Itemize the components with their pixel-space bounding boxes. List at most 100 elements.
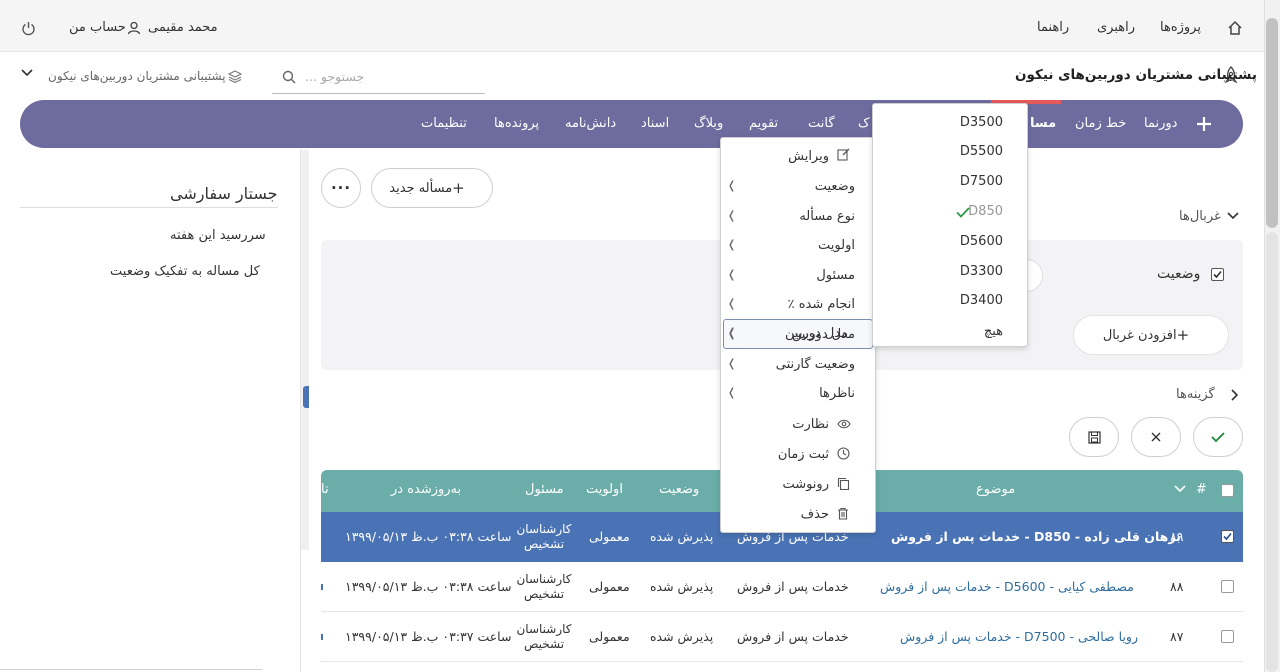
col-subject[interactable]: موضوع [976,482,1015,497]
home-icon[interactable] [1227,20,1243,36]
col-truncated[interactable]: تا [321,482,329,497]
clear-button[interactable] [1131,417,1181,457]
row-tracker: خدمات پس از فروش [737,629,849,644]
row-checkbox[interactable] [1221,530,1234,543]
tab-settings[interactable]: تنظیمات [421,116,467,131]
row-subject-link[interactable]: خدمات پس از فروش - D7500 - رویا صالحی [900,629,1138,644]
tab-wiki[interactable]: دانش‌نامه [565,116,616,131]
menu-item-camera-model[interactable]: مدل دوربین [792,327,855,342]
nav-admin[interactable]: راهبری [1097,20,1135,35]
add-filter-label: افزودن غربال [1102,327,1177,343]
chevron-left-icon: ❬ [727,357,737,370]
search-box[interactable]: ... جستوجو [272,61,485,94]
table-row[interactable]: ۸۸ خدمات پس از فروش - D5600 - مصطفی کیای… [321,562,1243,612]
scrollbar-thumb[interactable] [1266,18,1278,228]
row-edge-dot [321,634,323,640]
edit-icon [837,148,850,161]
tab-blog[interactable]: وبلاگ [694,116,723,131]
col-priority[interactable]: اولویت [586,482,623,497]
tab-calendar[interactable]: تقویم [749,116,778,131]
selected-check-icon [956,207,970,218]
close-icon [1151,432,1161,442]
submenu-item-d3400[interactable]: D3400 [960,293,1003,308]
filters-heading[interactable]: غربال‌ها [1179,209,1221,224]
menu-item-copy[interactable]: رونوشت [782,477,829,492]
row-assignee[interactable]: کارشناسان تشخیص [514,622,574,652]
save-icon [1087,430,1101,444]
row-checkbox[interactable] [1221,630,1234,643]
tab-partial[interactable]: ک [858,116,870,131]
menu-item-watch[interactable]: نظارت [792,417,829,432]
menu-item-assignee[interactable]: مسئول [816,268,855,283]
add-filter-button[interactable]: افزودن غربال + [1073,315,1229,355]
plus-icon[interactable] [1196,116,1212,132]
submenu-item-none[interactable]: هیچ [984,324,1003,339]
menu-item-edit[interactable]: ویرایش [788,149,829,164]
row-priority: معمولی [589,629,630,644]
tab-timeline[interactable]: خط زمان [1075,116,1126,131]
user-name[interactable]: محمد مقیمی [148,20,218,35]
menu-item-delete[interactable]: حذف [801,507,829,522]
chevron-down-icon[interactable] [21,68,33,78]
power-icon[interactable] [21,21,36,36]
menu-item-warranty-status[interactable]: وضعیت گارنتی [776,357,855,372]
row-updated: ۱۳۹۹/۰۵/۱۳ ساعت ۰۳:۳۸ ب.ظ [345,529,512,544]
menu-item-done-ratio[interactable]: ٪ انجام شده [788,297,855,312]
menu-item-log-time[interactable]: ثبت زمان [778,447,829,462]
nav-projects[interactable]: پروژه‌ها [1160,20,1201,35]
select-all-checkbox[interactable] [1221,484,1234,497]
save-query-button[interactable] [1069,417,1119,457]
menu-item-status[interactable]: وضعیت [815,179,855,194]
row-checkbox[interactable] [1221,580,1234,593]
layers-icon [228,70,242,83]
nav-help[interactable]: راهنما [1037,20,1069,35]
menu-item-watchers[interactable]: ناظرها [819,386,855,401]
sidebar-toggle-strip[interactable] [301,150,309,550]
search-icon [282,70,296,84]
bottom-left-border [0,669,262,670]
submenu-item-d5600[interactable]: D5600 [960,234,1003,249]
project-selector-label[interactable]: پشتیبانی مشتریان دوربین‌های نیکون [48,69,226,83]
new-issue-button[interactable]: مسأله جدید + [371,168,493,208]
sidebar-item-due-this-week[interactable]: سررسید این هفته [170,228,266,243]
project-menu: دورنما خط زمان مسا ک گانت تقویم وبلاگ اس… [20,100,1243,148]
tab-issues[interactable]: مسا [1030,116,1056,131]
column-menu-chevron-icon[interactable] [1174,484,1186,494]
col-status[interactable]: وضعیت [659,482,699,497]
options-heading[interactable]: گزینه‌ها [1176,387,1215,402]
plus-small-icon: + [452,179,465,197]
col-assignee[interactable]: مسئول [525,482,564,497]
submenu-item-d5500[interactable]: D5500 [960,144,1003,159]
tab-gantt[interactable]: گانت [808,116,835,131]
tab-overview[interactable]: دورنما [1144,116,1177,131]
scrollbar-track-lower[interactable] [1266,232,1278,672]
sidebar-item-issues-by-status[interactable]: کل مساله به تفکیک وضعیت [110,264,260,279]
row-id: ۸۷ [1170,629,1184,644]
sidebar-collapse-handle[interactable] [303,386,309,408]
submenu-item-d3300[interactable]: D3300 [960,264,1003,279]
row-priority: معمولی [589,579,630,594]
filters-toggle-icon[interactable] [1227,211,1239,221]
tab-documents[interactable]: اسناد [641,116,669,131]
menu-item-priority[interactable]: اولویت [818,238,855,253]
table-row[interactable]: ۸۷ خدمات پس از فروش - D7500 - رویا صالحی… [321,612,1243,662]
row-subject-link[interactable]: خدمات پس از فروش - D5600 - مصطفی کیایی [880,579,1134,594]
tab-files[interactable]: پرونده‌ها [494,116,539,131]
submenu-item-d3500[interactable]: D3500 [960,115,1003,130]
row-assignee[interactable]: کارشناسان تشخیص [514,522,574,552]
submenu-item-d7500[interactable]: D7500 [960,174,1003,189]
my-account-link[interactable]: حساب من [69,20,126,35]
col-updated[interactable]: به‌روزشده در [391,482,461,497]
options-toggle-icon[interactable] [1229,389,1239,401]
menu-item-tracker[interactable]: نوع مسأله [799,209,855,224]
col-id[interactable]: # [1196,482,1207,497]
row-assignee[interactable]: کارشناسان تشخیص [514,572,574,602]
search-input-placeholder: ... جستوجو [305,69,365,84]
status-filter-checkbox[interactable] [1211,268,1224,281]
chevron-left-icon: ❬ [727,268,737,281]
submenu-item-d850[interactable]: D850 [968,204,1003,219]
more-actions-button[interactable]: ··· [321,168,361,208]
row-subject-link[interactable]: خدمات پس از فروش - D850 - برهان قلی زاده [891,529,1181,544]
row-updated: ۱۳۹۹/۰۵/۱۳ ساعت ۰۳:۳۷ ب.ظ [345,629,512,644]
apply-button[interactable] [1193,417,1243,457]
